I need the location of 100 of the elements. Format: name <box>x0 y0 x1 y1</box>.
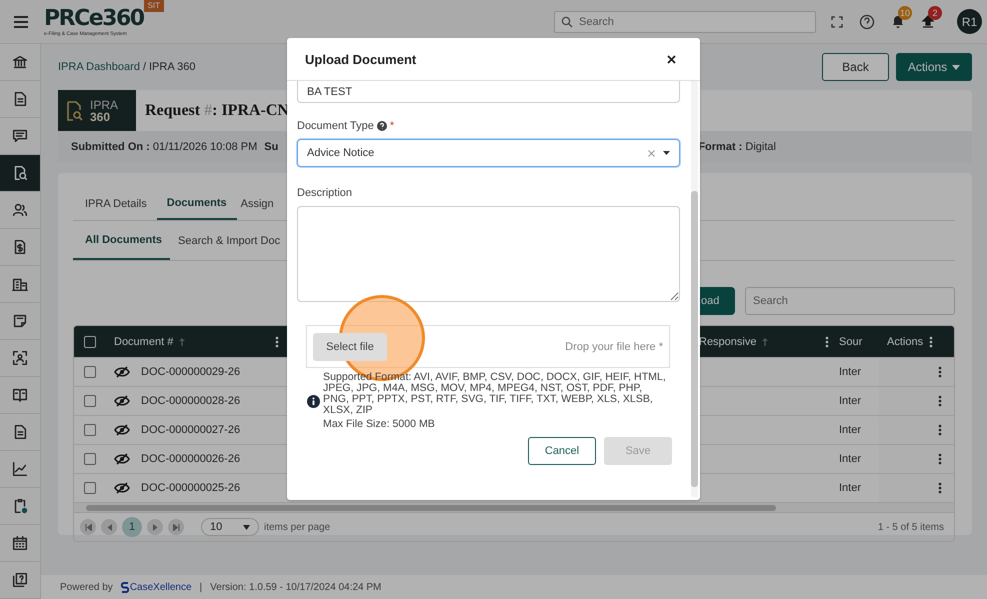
column-header: Sour <box>839 336 862 348</box>
table-cell: Inter <box>839 482 862 494</box>
tab[interactable]: All Documents <box>73 221 170 260</box>
search-field[interactable]: Search <box>745 287 955 315</box>
upload-icon[interactable] <box>921 14 936 29</box>
next-page-icon <box>152 524 158 530</box>
cancel-button[interactable]: Cancel <box>528 437 596 465</box>
upload-button[interactable]: oad <box>699 287 735 315</box>
checkbox[interactable] <box>84 482 96 494</box>
upload-count: 2 <box>928 6 942 20</box>
close-icon[interactable] <box>667 54 676 64</box>
book-icon <box>11 386 29 404</box>
page-size-select[interactable]: 10 <box>201 518 259 536</box>
dropzone-hint: Drop your file here * <box>565 340 663 352</box>
required-mark: * <box>390 120 394 132</box>
breadcrumb-current: IPRA 360 <box>149 61 196 73</box>
powered-by-text: Powered by <box>60 582 113 592</box>
caret-icon <box>952 64 960 70</box>
badge-number: 360 <box>90 110 112 122</box>
kebab-icon[interactable] <box>929 336 934 348</box>
last-page-button[interactable] <box>168 519 184 535</box>
request-title: Request #: IPRA-CN <box>145 102 289 120</box>
back-button[interactable]: Back <box>822 53 889 81</box>
hidden-eye-icon <box>114 482 130 494</box>
info-text: Su <box>264 140 278 152</box>
user-avatar[interactable]: R1 <box>957 9 982 34</box>
file-dropzone[interactable]: Select file Drop your file here * <box>306 325 670 368</box>
column-header: Actions <box>887 336 924 348</box>
checkbox[interactable] <box>84 453 96 465</box>
previous-page-button[interactable] <box>101 519 117 535</box>
help-icon[interactable] <box>859 14 876 30</box>
kebab-icon[interactable] <box>938 453 942 465</box>
sidebar-item[interactable] <box>0 155 40 192</box>
search-field[interactable]: Search <box>554 10 816 32</box>
kebab-icon[interactable] <box>825 336 829 348</box>
environment-badge: SIT <box>144 0 164 12</box>
page-button[interactable]: 1 <box>122 517 142 537</box>
document-search-icon <box>64 100 84 122</box>
tab[interactable]: Documents <box>156 188 237 220</box>
checkbox[interactable] <box>84 395 96 407</box>
document-type-select[interactable]: Advice Notice <box>297 139 680 167</box>
table-cell: Inter <box>839 424 862 436</box>
checkbox[interactable] <box>84 424 96 436</box>
breadcrumb-separator: / <box>142 61 146 73</box>
brand-logo: CaseXellence <box>120 582 192 592</box>
brand-mark-icon <box>120 582 129 592</box>
kebab-icon[interactable] <box>275 336 279 348</box>
bank-icon <box>11 53 29 71</box>
search-icon <box>561 16 574 28</box>
kebab-icon[interactable] <box>938 424 942 436</box>
kebab-icon[interactable] <box>938 366 942 378</box>
help-icon <box>376 121 387 131</box>
calendar-icon <box>11 534 29 552</box>
page-size-label: items per page <box>264 522 330 532</box>
name-field[interactable]: BA TEST <box>297 81 680 103</box>
document-number: DOC-000000029-26 <box>141 366 240 378</box>
bell-icon[interactable] <box>891 14 906 29</box>
breadcrumb-link[interactable]: IPRA Dashboard <box>58 61 140 73</box>
column-header: Document # <box>114 336 174 348</box>
max-size-text: Max File Size: 5000 MB <box>323 419 436 430</box>
horizontal-scrollbar[interactable] <box>74 503 954 513</box>
chat-icon <box>11 127 29 145</box>
first-page-button[interactable] <box>80 519 96 535</box>
last-page-icon <box>172 524 180 530</box>
note-icon <box>11 312 29 330</box>
tab[interactable]: Assign <box>240 188 280 220</box>
menu-icon[interactable] <box>13 14 29 28</box>
help-document-icon <box>11 571 29 589</box>
select-file-button[interactable]: Select file <box>313 332 387 360</box>
version-text: Version: 1.0.59 - 10/17/2024 04:24 PM <box>210 582 382 592</box>
field-label: Description <box>297 187 352 199</box>
table-cell: Inter <box>839 453 862 465</box>
pagination-summary: 1 - 5 of 5 items <box>878 522 944 532</box>
notification-count: 10 <box>898 6 912 20</box>
kebab-icon[interactable] <box>938 395 942 407</box>
fullscreen-icon[interactable] <box>831 16 844 28</box>
hidden-eye-icon <box>114 366 130 378</box>
actions-button[interactable]: Actions <box>896 53 972 81</box>
document-number: DOC-000000026-26 <box>141 453 240 465</box>
dialog-title: Upload Document <box>305 52 416 66</box>
checkbox[interactable] <box>84 366 96 378</box>
vertical-scrollbar[interactable] <box>691 81 698 497</box>
document-number: DOC-000000028-26 <box>141 395 240 407</box>
clear-icon[interactable] <box>648 150 655 156</box>
column-header: Responsive <box>699 336 756 348</box>
line-chart-icon <box>11 460 29 478</box>
info-icon <box>307 394 320 408</box>
next-page-button[interactable] <box>147 519 163 535</box>
kebab-icon[interactable] <box>938 482 942 494</box>
caret-icon[interactable] <box>663 151 670 155</box>
users-icon <box>11 201 29 219</box>
table-cell: Inter <box>839 395 862 407</box>
tab[interactable]: IPRA Details <box>85 188 153 220</box>
scan-person-icon <box>11 349 29 367</box>
tab[interactable]: Search & Import Doc <box>170 221 288 260</box>
hidden-eye-icon <box>114 453 130 465</box>
logo: PRCe360 <box>44 6 144 30</box>
footer-separator: | <box>200 582 202 592</box>
first-page-icon <box>84 524 92 530</box>
document-number: DOC-000000027-26 <box>141 424 240 436</box>
